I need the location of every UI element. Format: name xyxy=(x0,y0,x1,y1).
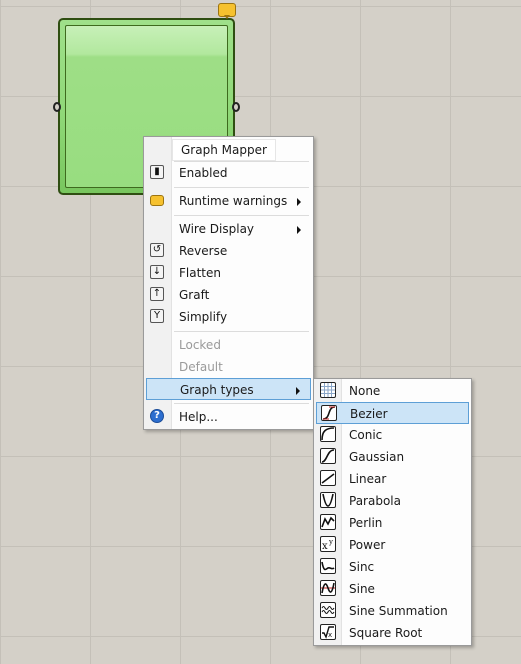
graph-type-conic[interactable]: Conic xyxy=(316,424,469,446)
graph-type-linear[interactable]: Linear xyxy=(316,468,469,490)
flatten-icon: ↓ xyxy=(150,265,164,279)
submenu-arrow-icon xyxy=(297,198,301,206)
graph-types-submenu: None Bezier Conic Gaussian Linear Parabo… xyxy=(313,378,472,646)
graph-type-power[interactable]: xy Power xyxy=(316,534,469,556)
menu-item-wire-display[interactable]: Wire Display xyxy=(146,218,311,240)
menu-item-runtime-warnings[interactable]: Runtime warnings xyxy=(146,190,311,212)
reverse-icon: ↺ xyxy=(150,243,164,257)
graph-parabola-icon xyxy=(320,492,336,508)
menu-item-simplify[interactable]: Y Simplify xyxy=(146,306,311,328)
graph-square-root-icon: x xyxy=(320,624,336,640)
menu-title[interactable]: Graph Mapper xyxy=(172,139,276,161)
graph-type-sine-summation[interactable]: Sine Summation xyxy=(316,600,469,622)
graph-type-sine[interactable]: Sine xyxy=(316,578,469,600)
graph-type-perlin[interactable]: Perlin xyxy=(316,512,469,534)
svg-text:y: y xyxy=(328,538,333,546)
menu-item-help[interactable]: ? Help... xyxy=(146,406,311,428)
svg-text:x: x xyxy=(328,631,332,639)
menu-item-reverse[interactable]: ↺ Reverse xyxy=(146,240,311,262)
runtime-warning-balloon-icon[interactable] xyxy=(218,3,236,19)
menu-item-locked: Locked xyxy=(179,338,221,352)
graph-perlin-icon xyxy=(320,514,336,530)
submenu-arrow-icon xyxy=(297,226,301,234)
menu-item-default: Default xyxy=(179,360,223,374)
menu-item-flatten[interactable]: ↓ Flatten xyxy=(146,262,311,284)
help-icon: ? xyxy=(150,409,164,423)
graph-type-parabola[interactable]: Parabola xyxy=(316,490,469,512)
svg-text:x: x xyxy=(322,541,328,551)
graph-bezier-icon xyxy=(321,405,337,421)
component-context-menu: Graph Mapper ▮ Enabled Runtime warnings … xyxy=(143,136,314,430)
submenu-arrow-icon xyxy=(296,387,300,395)
graph-conic-icon xyxy=(320,426,336,442)
graph-type-sinc[interactable]: Sinc xyxy=(316,556,469,578)
graph-gaussian-icon xyxy=(320,448,336,464)
graph-type-square-root[interactable]: x Square Root xyxy=(316,622,469,644)
graph-sinc-icon xyxy=(320,558,336,574)
menu-item-enabled[interactable]: ▮ Enabled xyxy=(146,162,311,184)
graph-type-none[interactable]: None xyxy=(316,380,469,402)
input-grip[interactable] xyxy=(53,102,61,112)
graph-none-icon xyxy=(320,382,336,398)
graph-sine-summation-icon xyxy=(320,602,336,618)
graph-sine-icon xyxy=(320,580,336,596)
graft-icon: ↑ xyxy=(150,287,164,301)
output-grip[interactable] xyxy=(232,102,240,112)
graph-type-gaussian[interactable]: Gaussian xyxy=(316,446,469,468)
enabled-icon: ▮ xyxy=(150,165,164,179)
simplify-icon: Y xyxy=(150,309,164,323)
warning-balloon-icon xyxy=(150,195,164,206)
graph-power-icon: xy xyxy=(320,536,336,552)
menu-item-graft[interactable]: ↑ Graft xyxy=(146,284,311,306)
graph-type-bezier[interactable]: Bezier xyxy=(316,402,469,424)
graph-linear-icon xyxy=(320,470,336,486)
menu-item-graph-types[interactable]: Graph types xyxy=(146,378,311,400)
